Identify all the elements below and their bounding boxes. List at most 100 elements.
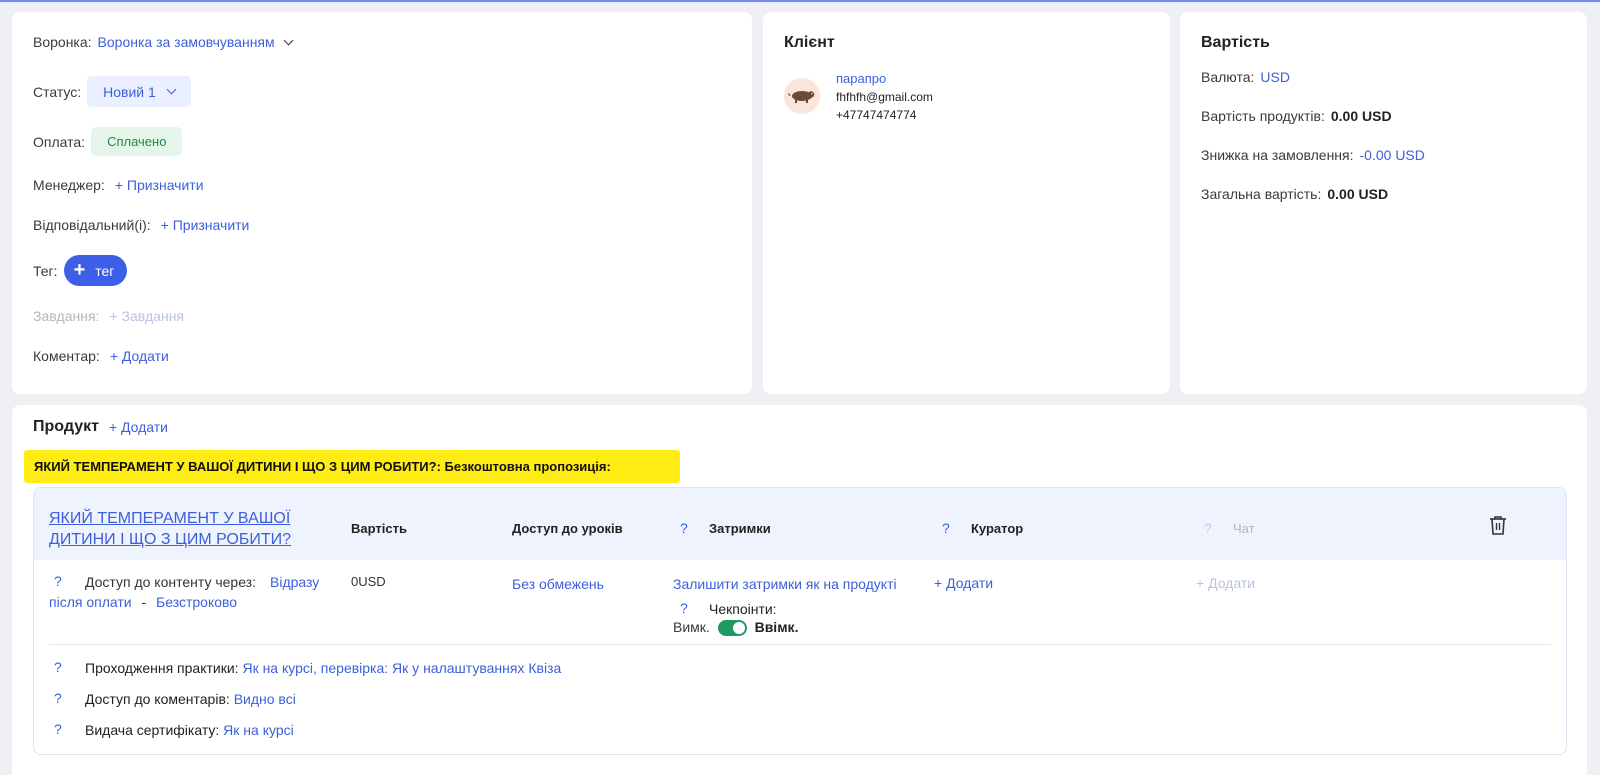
- client-card: Клієнт парапро fhfhfh@gmail.com +4774747…: [763, 12, 1170, 394]
- certificate-value-link[interactable]: Як на курсі: [223, 722, 294, 738]
- status-row: Статус: Новий 1: [33, 76, 191, 107]
- practice-row: Проходження практики: Як на курсі, перев…: [85, 660, 561, 676]
- column-chat: Чат: [1233, 521, 1255, 536]
- plus-icon: +: [73, 258, 86, 281]
- product-offer-highlight: ЯКИЙ ТЕМПЕРАМЕНТ У ВАШОЇ ДИТИНИ І ЩО З Ц…: [24, 450, 680, 483]
- lessons-access-link[interactable]: Без обмежень: [512, 576, 604, 592]
- delays-value-link[interactable]: Залишити затримки як на продукті: [673, 576, 897, 592]
- practice-help-icon[interactable]: ?: [54, 659, 62, 675]
- checkpoints-help-icon[interactable]: ?: [680, 600, 688, 616]
- chevron-down-icon: [283, 35, 294, 45]
- practice-label: Проходження практики:: [85, 660, 239, 676]
- content-access-value-link-a[interactable]: Відразу: [270, 574, 319, 590]
- manager-label: Менеджер:: [33, 177, 105, 193]
- curator-help-icon[interactable]: ?: [942, 520, 950, 536]
- manager-row: Менеджер: + Призначити: [33, 177, 204, 193]
- comment-label: Коментар:: [33, 348, 100, 364]
- add-curator-link[interactable]: + Додати: [934, 575, 993, 591]
- certificate-help-icon[interactable]: ?: [54, 721, 62, 737]
- practice-value-link[interactable]: Як на курсі, перевірка: Як у налаштуванн…: [242, 660, 561, 676]
- cost-card: Вартість Валюта: USD Вартість продуктів:…: [1180, 12, 1587, 394]
- discount-label: Знижка на замовлення:: [1201, 147, 1354, 163]
- funnel-label: Воронка:: [33, 34, 92, 50]
- toggle-on-label: Ввімк.: [754, 619, 799, 635]
- assign-manager-link[interactable]: + Призначити: [115, 177, 204, 193]
- checkpoints-label: Чекпоінти:: [709, 601, 777, 617]
- responsible-label: Відповідальний(і):: [33, 217, 151, 233]
- comments-row: Доступ до коментарів: Видно всі: [85, 691, 296, 707]
- content-access-cont: після оплати - Безстроково: [49, 594, 237, 610]
- top-accent-line: [0, 0, 1600, 2]
- total-row: Загальна вартість: 0.00 USD: [1201, 186, 1388, 202]
- products-cost-label: Вартість продуктів:: [1201, 108, 1325, 124]
- course-title-link[interactable]: ЯКИЙ ТЕМПЕРАМЕНТ У ВАШОЇ ДИТИНИ І ЩО З Ц…: [49, 508, 309, 550]
- add-comment-link[interactable]: + Додати: [110, 348, 169, 364]
- product-item: ЯКИЙ ТЕМПЕРАМЕНТ У ВАШОЇ ДИТИНИ І ЩО З Ц…: [33, 487, 1567, 755]
- order-card: Воронка: Воронка за замовчуванням Статус…: [12, 12, 752, 394]
- funnel-value: Воронка за замовчуванням: [97, 34, 275, 50]
- checkpoints-toggle-row: Вимк. Ввімк.: [673, 619, 799, 637]
- client-name-link[interactable]: парапро: [836, 71, 886, 86]
- payment-label: Оплата:: [33, 133, 86, 150]
- add-tag-label: тег: [95, 262, 115, 279]
- content-access-dash: -: [141, 594, 147, 610]
- products-cost-row: Вартість продуктів: 0.00 USD: [1201, 108, 1392, 124]
- assign-responsible-link[interactable]: + Призначити: [161, 217, 250, 233]
- checkpoints-toggle[interactable]: [717, 620, 747, 637]
- column-delays: Затримки: [709, 521, 771, 536]
- column-curator: Куратор: [971, 521, 1024, 536]
- animal-avatar-icon: [788, 91, 815, 103]
- content-access-help-icon[interactable]: ?: [54, 573, 62, 589]
- tasks-row: Завдання: + Завдання: [33, 308, 184, 324]
- funnel-dropdown[interactable]: Воронка за замовчуванням: [97, 34, 294, 50]
- comments-label: Доступ до коментарів:: [85, 691, 230, 707]
- client-card-title: Клієнт: [784, 34, 835, 51]
- trash-icon: [1490, 516, 1506, 535]
- comments-help-icon[interactable]: ?: [54, 690, 62, 706]
- toggle-off-label: Вимк.: [673, 619, 710, 635]
- cost-card-title: Вартість: [1201, 34, 1270, 51]
- delays-help-icon[interactable]: ?: [680, 520, 688, 536]
- certificate-label: Видача сертифікату:: [85, 722, 220, 738]
- add-task-link[interactable]: + Завдання: [109, 308, 184, 324]
- chat-help-icon[interactable]: ?: [1204, 520, 1212, 536]
- comments-value-link[interactable]: Видно всі: [234, 691, 296, 707]
- product-header: Продукт + Додати: [33, 418, 168, 436]
- currency-value-link[interactable]: USD: [1260, 69, 1290, 85]
- payment-row: Оплата: Сплачено: [33, 127, 183, 156]
- chevron-down-icon: [166, 84, 177, 95]
- column-price: Вартість: [351, 521, 407, 536]
- status-label: Статус:: [33, 83, 82, 100]
- status-dropdown[interactable]: Новий 1: [87, 76, 191, 107]
- certificate-row: Видача сертифікату: Як на курсі: [85, 722, 294, 738]
- product-card: Продукт + Додати ЯКИЙ ТЕМПЕРАМЕНТ У ВАШО…: [12, 405, 1587, 775]
- add-chat-link[interactable]: + Додати: [1196, 575, 1255, 591]
- currency-row: Валюта: USD: [1201, 69, 1290, 85]
- tasks-label: Завдання:: [33, 308, 100, 324]
- price-value: 0USD: [351, 574, 386, 589]
- tag-row: Тег: + тег: [33, 255, 128, 286]
- client-email: fhfhfh@gmail.com: [836, 90, 933, 104]
- status-value: Новий 1: [103, 83, 156, 100]
- client-phone: +47747474774: [836, 108, 917, 122]
- payment-status-badge[interactable]: Сплачено: [91, 127, 183, 156]
- product-title: Продукт: [33, 418, 99, 435]
- content-access-label: Доступ до контенту через:: [85, 574, 256, 590]
- add-product-link[interactable]: + Додати: [109, 419, 168, 435]
- funnel-row: Воронка: Воронка за замовчуванням: [33, 34, 294, 50]
- discount-value-link[interactable]: -0.00 USD: [1360, 147, 1425, 163]
- duration-link[interactable]: Безстроково: [156, 594, 237, 610]
- products-cost-value: 0.00 USD: [1330, 108, 1392, 124]
- content-access-value-link-b[interactable]: після оплати: [49, 594, 132, 610]
- discount-row: Знижка на замовлення: -0.00 USD: [1201, 147, 1425, 163]
- column-access: Доступ до уроків: [512, 521, 623, 536]
- total-label: Загальна вартість:: [1201, 186, 1322, 202]
- responsible-row: Відповідальний(і): + Призначити: [33, 217, 249, 233]
- currency-label: Валюта:: [1201, 69, 1255, 85]
- delete-product-button[interactable]: [1489, 515, 1507, 538]
- avatar[interactable]: [784, 78, 820, 114]
- tag-label: Тег:: [33, 262, 58, 279]
- divider: [49, 644, 1551, 645]
- add-tag-button[interactable]: + тег: [63, 255, 128, 286]
- comment-row: Коментар: + Додати: [33, 348, 169, 364]
